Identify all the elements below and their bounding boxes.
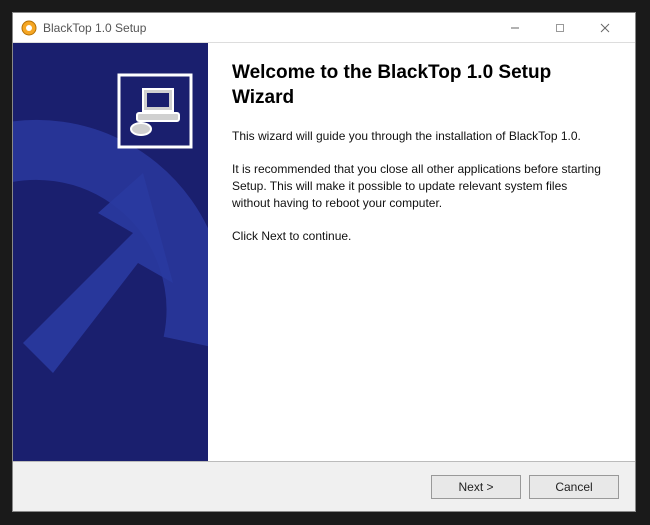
main-panel: Welcome to the BlackTop 1.0 Setup Wizard… xyxy=(208,43,635,461)
window-title: BlackTop 1.0 Setup xyxy=(43,21,492,35)
titlebar: BlackTop 1.0 Setup xyxy=(13,13,635,43)
next-button[interactable]: Next > xyxy=(431,475,521,499)
content-area: Welcome to the BlackTop 1.0 Setup Wizard… xyxy=(13,43,635,461)
page-heading: Welcome to the BlackTop 1.0 Setup Wizard xyxy=(232,61,607,110)
minimize-button[interactable] xyxy=(492,14,537,42)
side-banner xyxy=(13,43,208,461)
maximize-button[interactable] xyxy=(537,14,582,42)
footer-bar: Next > Cancel xyxy=(13,461,635,511)
intro-text-2: It is recommended that you close all oth… xyxy=(232,161,607,211)
intro-text-1: This wizard will guide you through the i… xyxy=(232,128,607,145)
close-button[interactable] xyxy=(582,14,627,42)
intro-text-3: Click Next to continue. xyxy=(232,228,607,245)
app-icon xyxy=(21,20,37,36)
cancel-button[interactable]: Cancel xyxy=(529,475,619,499)
setup-window: BlackTop 1.0 Setup xyxy=(12,12,636,512)
